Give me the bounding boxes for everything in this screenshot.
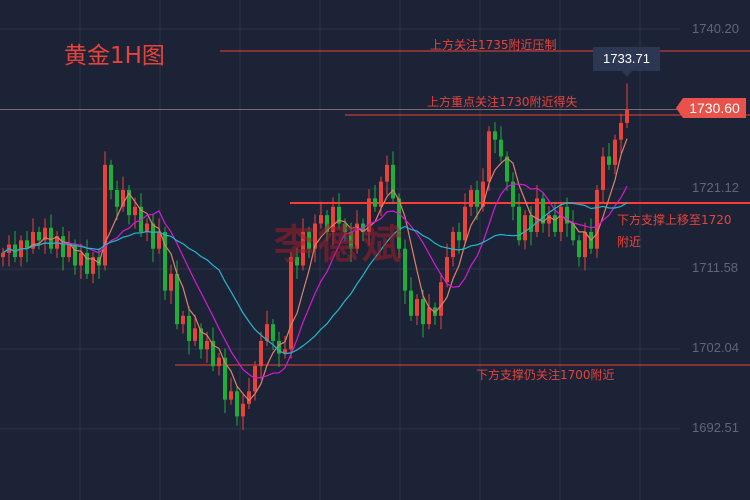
candle-body [247, 391, 251, 404]
candle-body [85, 252, 89, 274]
candle-body [493, 131, 497, 140]
candle-body [373, 198, 377, 207]
candle-body [1, 252, 5, 258]
candle-body [37, 231, 41, 241]
candle-body [583, 231, 587, 258]
candle-body [79, 252, 83, 266]
candle-body [145, 223, 149, 232]
candle-body [67, 244, 71, 258]
annotation-1700: 下方支撑仍关注1700附近 [476, 368, 615, 382]
current-price-tag: 1730.60 [676, 98, 746, 118]
candle-body [469, 190, 473, 207]
candle-body [151, 223, 155, 249]
candle-body [529, 215, 533, 232]
candle-body [457, 231, 461, 241]
candle-body [385, 164, 389, 182]
candle-body [241, 403, 245, 417]
annotation-1720: 下方支撑上移至1720 [617, 213, 732, 227]
candle-body [169, 273, 173, 291]
candle-body [625, 109, 629, 123]
candle-body [157, 231, 161, 249]
y-tick-label: 1721.12 [692, 180, 739, 195]
candle-body [229, 391, 233, 400]
candle-body [415, 299, 419, 316]
candle-body [409, 290, 413, 316]
y-tick-label: 1692.51 [692, 420, 739, 435]
candle-body [115, 190, 119, 207]
candle-body [133, 206, 137, 216]
candle-body [487, 131, 491, 182]
candle-body [541, 198, 545, 224]
candle-body [205, 340, 209, 350]
candle-body [217, 357, 221, 367]
candle-body [577, 240, 581, 258]
high-price-tooltip: 1733.71 [593, 47, 660, 77]
candle-body [379, 181, 383, 207]
y-tick-label: 1702.04 [692, 340, 739, 355]
candle-body [445, 257, 449, 283]
candle-body [73, 244, 77, 266]
candle-body [559, 206, 563, 232]
annotation-1735: 上方关注1735附近压制 [430, 38, 557, 52]
y-tick-label: 1740.20 [692, 21, 739, 36]
candle-body [427, 307, 431, 325]
candle-body [619, 122, 623, 140]
candle-body [103, 164, 107, 266]
candle-body [187, 315, 191, 341]
candle-body [607, 156, 611, 165]
candle-body [553, 215, 557, 232]
candle-body [601, 156, 605, 191]
candle-body [523, 215, 527, 241]
candle-body [475, 190, 479, 207]
candle-body [175, 273, 179, 325]
candle-body [421, 299, 425, 325]
candle-body [193, 328, 197, 341]
candle-body [511, 181, 515, 207]
watermark: 李德斌 [274, 222, 406, 268]
candle-body [181, 315, 185, 325]
candle-body [535, 198, 539, 232]
candle-body [505, 156, 509, 182]
y-tick-label: 1711.58 [692, 260, 739, 275]
candle-body [61, 236, 65, 258]
candle-body [49, 227, 53, 249]
candle-body [259, 340, 263, 367]
candle-body [595, 190, 599, 249]
candle-body [451, 231, 455, 258]
candle-body [439, 282, 443, 316]
candle-body [289, 257, 293, 350]
candle-body [271, 324, 275, 341]
candle-body [613, 139, 617, 165]
annotation-1720-line2: 附近 [617, 235, 642, 249]
candle-body [499, 139, 503, 157]
chart-title: 黄金1H图 [64, 43, 165, 69]
candle-body [463, 206, 467, 241]
candle-body [235, 391, 239, 417]
candle-body [109, 164, 113, 191]
annotation-1730: 上方重点关注1730附近得失 [427, 95, 578, 109]
